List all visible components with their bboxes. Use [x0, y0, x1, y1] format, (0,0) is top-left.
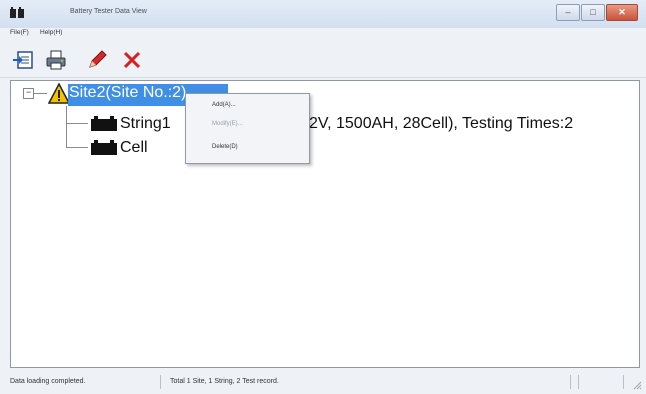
- tree-node-string-detail: 2V, 1500AH, 28Cell), Testing Times:2: [309, 115, 574, 132]
- context-menu: Add(A)... Modify(E)... Delete(D): [185, 93, 310, 164]
- battery-icon: [91, 116, 117, 131]
- minimize-button[interactable]: –: [556, 4, 580, 21]
- maximize-icon: □: [590, 7, 596, 17]
- status-summary: Total 1 Site, 1 String, 2 Test record.: [170, 375, 571, 389]
- warning-icon: [48, 83, 70, 104]
- tree-connector: [66, 123, 88, 124]
- context-menu-delete[interactable]: Delete(D): [212, 144, 238, 150]
- tree-connector: [33, 93, 47, 94]
- tree-connector: [66, 147, 88, 148]
- resize-grip-icon[interactable]: [632, 380, 642, 390]
- app-window: Battery Tester Data View – □ ✕ File(F) H…: [0, 0, 646, 394]
- window-title: Battery Tester Data View: [70, 8, 147, 15]
- tree-node-string[interactable]: String1: [120, 115, 171, 133]
- menu-help[interactable]: Help(H): [40, 29, 62, 36]
- close-icon: ✕: [618, 7, 626, 17]
- tree-connector: [66, 106, 67, 148]
- tree-collapse-toggle[interactable]: −: [23, 87, 34, 99]
- window-controls: – □ ✕: [555, 4, 638, 21]
- status-message: Data loading completed.: [10, 375, 161, 389]
- maximize-button[interactable]: □: [581, 4, 605, 21]
- close-button[interactable]: ✕: [606, 4, 638, 21]
- title-bar[interactable]: Battery Tester Data View – □ ✕: [0, 0, 646, 28]
- menu-file[interactable]: File(F): [10, 29, 29, 36]
- minus-icon: −: [25, 87, 32, 97]
- menu-bar: File(F) Help(H): [0, 28, 646, 40]
- tree-node-site[interactable]: Site2(Site No.:2): [69, 84, 186, 102]
- status-bar: Data loading completed. Total 1 Site, 1 …: [0, 371, 646, 394]
- minimize-icon: –: [565, 7, 571, 17]
- context-menu-modify[interactable]: Modify(E)...: [212, 121, 243, 127]
- status-extra-panel: [578, 375, 624, 389]
- import-data-icon[interactable]: [12, 49, 34, 71]
- battery-icon: [91, 140, 117, 155]
- print-icon[interactable]: [45, 49, 67, 71]
- delete-x-icon[interactable]: [121, 49, 143, 71]
- tree-node-cell[interactable]: Cell: [120, 139, 148, 157]
- toolbar: [0, 41, 646, 78]
- edit-pen-icon[interactable]: [86, 49, 108, 71]
- context-menu-add[interactable]: Add(A)...: [212, 102, 236, 108]
